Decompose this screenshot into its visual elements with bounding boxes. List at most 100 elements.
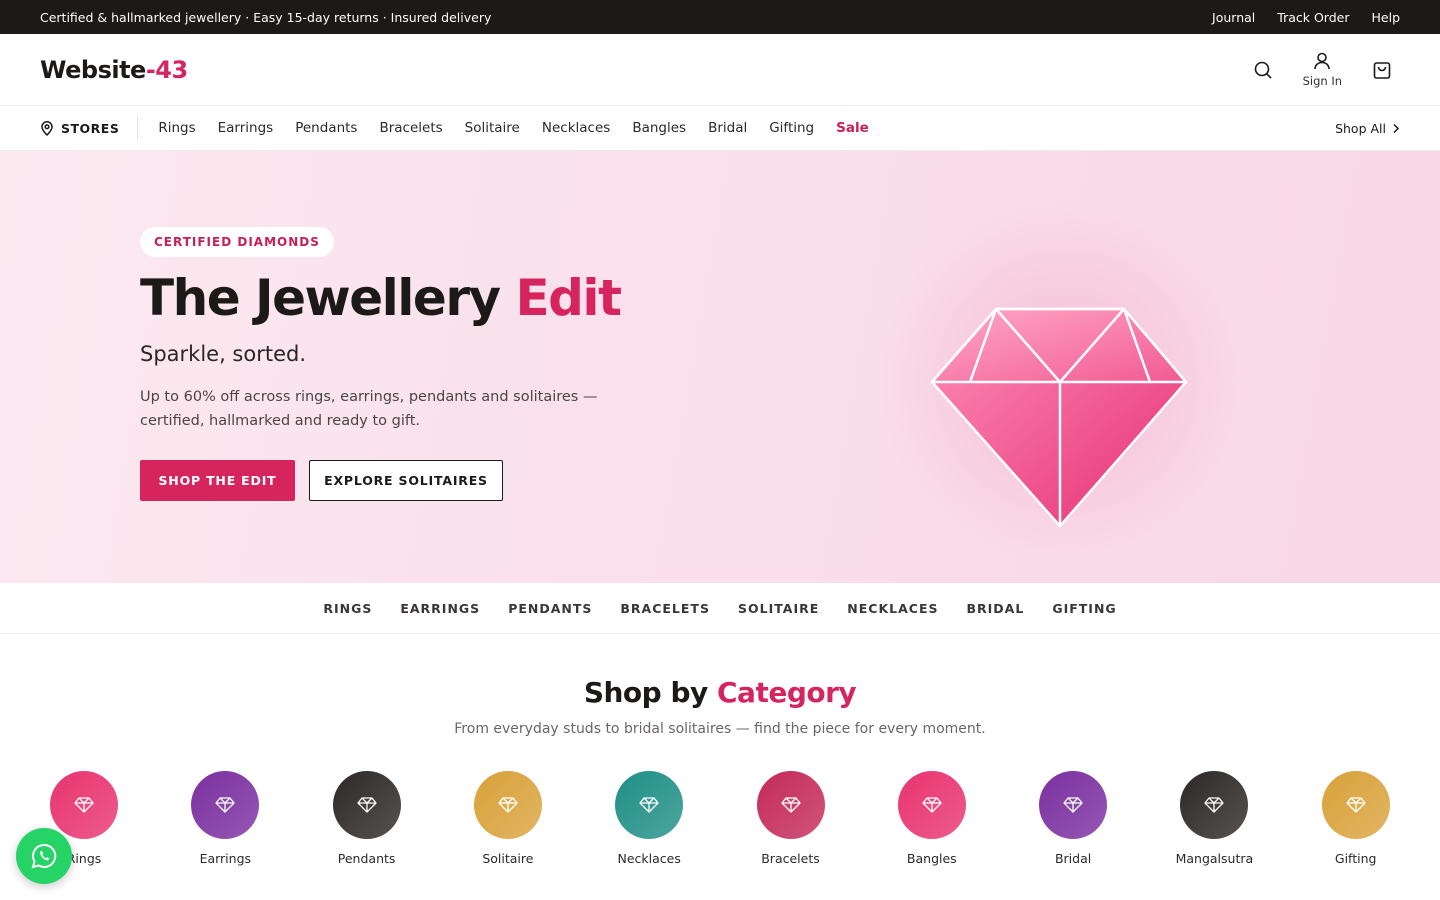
category-label: Gifting [1334,851,1377,866]
hero-subtitle: Sparkle, sorted. [140,342,307,366]
category-circle [1180,771,1249,839]
user-icon [1314,52,1331,70]
strip-item-rings[interactable]: RINGS [323,601,372,616]
site-logo[interactable]: Website-43 [40,56,188,84]
hero-description: Up to 60% off across rings, earrings, pe… [140,389,598,429]
shop-all-link[interactable]: Shop All [1335,121,1400,136]
hero-diamond-illustration [850,201,1270,561]
diamond-icon [1063,797,1083,813]
nav-item-sale[interactable]: Sale [836,120,869,136]
section-title-accent: Category [717,676,857,709]
category-label: Solitaire [482,851,534,866]
category-item-necklaces[interactable]: Necklaces [584,771,714,866]
diamond-icon [1204,797,1225,813]
journal-link[interactable]: Journal [1212,10,1255,25]
help-link[interactable]: Help [1372,10,1401,25]
category-item-bangles[interactable]: Bangles [867,771,997,866]
strip-item-bracelets[interactable]: BRACELETS [620,601,710,616]
announcement-bar: Certified & hallmarked jewellery · Easy … [0,0,1440,34]
category-circle [332,771,401,839]
strip-item-solitaire[interactable]: SOLITAIRE [738,601,819,616]
shop-all-label: Shop All [1335,120,1386,136]
category-circle [191,771,260,839]
category-item-solitaire[interactable]: Solitaire [443,771,573,866]
whatsapp-icon [31,843,57,869]
category-item-earrings[interactable]: Earrings [160,771,290,866]
category-label: Necklaces [617,851,681,866]
category-item-mangalsutra[interactable]: Mangalsutra [1149,771,1279,866]
sign-in-button[interactable]: Sign In [1303,51,1342,88]
diamond-icon [356,797,377,813]
section-title-main: Shop by [583,676,717,709]
nav-item-bangles[interactable]: Bangles [632,120,686,136]
sign-in-label: Sign In [1302,74,1342,88]
category-label: Bracelets [761,851,820,866]
category-circle [1039,771,1108,839]
shop-the-edit-button[interactable]: SHOP THE EDIT [140,459,295,501]
nav-left: STORES Rings Earrings Pendants Bracelets… [40,117,869,139]
whatsapp-chat-button[interactable] [16,828,72,884]
category-circle [615,771,684,839]
logo-main: Website [40,55,146,84]
logo-accent: -43 [145,55,188,84]
strip-item-bridal[interactable]: BRIDAL [966,601,1024,616]
stores-label: STORES [61,120,120,136]
category-item-bracelets[interactable]: Bracelets [726,771,856,866]
nav-items: Rings Earrings Pendants Bracelets Solita… [138,120,868,136]
category-item-gifting[interactable]: Gifting [1291,771,1421,866]
category-item-bridal[interactable]: Bridal [1008,771,1138,866]
category-label: Earrings [199,851,252,866]
announcement-text: Certified & hallmarked jewellery · Easy … [40,9,492,25]
category-strip: RINGS EARRINGS PENDANTS BRACELETS SOLITA… [0,583,1440,634]
diamond-icon [1346,797,1366,813]
category-circle [897,771,966,839]
category-item-pendants[interactable]: Pendants [302,771,432,866]
nav-item-bridal[interactable]: Bridal [708,120,747,136]
category-label: Mangalsutra [1175,851,1254,866]
nav-item-rings[interactable]: Rings [158,120,195,136]
chevron-right-icon [1393,123,1400,133]
nav-item-earrings[interactable]: Earrings [218,120,274,136]
search-button[interactable] [1253,60,1273,80]
category-circle [50,771,118,839]
hero-title-accent: Edit [515,269,622,327]
hero-content: CERTIFIED DIAMONDS The Jewellery Edit Sp… [140,227,660,501]
strip-item-pendants[interactable]: PENDANTS [508,601,592,616]
main-nav: STORES Rings Earrings Pendants Bracelets… [0,106,1440,151]
diamond-icon [930,307,1188,528]
diamond-icon [498,797,518,813]
diamond-icon [780,797,801,813]
utility-links: Journal Track Order Help [1212,10,1400,25]
category-circle [473,771,542,839]
category-label: Bridal [1054,851,1092,866]
nav-item-necklaces[interactable]: Necklaces [542,120,610,136]
nav-item-solitaire[interactable]: Solitaire [465,120,520,136]
diamond-icon [639,797,659,813]
explore-solitaires-button[interactable]: EXPLORE SOLITAIRES [309,459,503,501]
diamond-icon [922,797,942,813]
stores-link[interactable]: STORES [40,117,139,139]
diamond-icon [74,797,94,813]
nav-item-gifting[interactable]: Gifting [769,120,814,136]
diamond-icon [215,797,235,813]
shop-by-category-title: Shop by Category [0,676,1440,709]
shop-by-category-subtitle: From everyday studs to bridal solitaires… [454,721,986,737]
strip-item-earrings[interactable]: EARRINGS [400,601,480,616]
track-order-link[interactable]: Track Order [1277,10,1349,25]
hero-buttons: SHOP THE EDIT EXPLORE SOLITAIRES [140,459,660,501]
category-circle [1321,771,1390,839]
hero-badge: CERTIFIED DIAMONDS [140,227,334,257]
site-header: Website-43 Sign In [0,34,1440,106]
hero-title: The Jewellery Edit [140,271,660,326]
hero-title-main: The Jewellery [140,269,516,327]
bag-icon [1373,61,1391,79]
strip-item-necklaces[interactable]: NECKLACES [847,601,938,616]
nav-item-pendants[interactable]: Pendants [295,120,357,136]
location-pin-icon [41,120,53,136]
category-label: Bangles [906,851,957,866]
nav-item-bracelets[interactable]: Bracelets [379,120,442,136]
category-circle [756,771,825,839]
strip-item-gifting[interactable]: GIFTING [1052,601,1116,616]
cart-button[interactable] [1372,60,1392,80]
search-icon [1254,61,1272,79]
